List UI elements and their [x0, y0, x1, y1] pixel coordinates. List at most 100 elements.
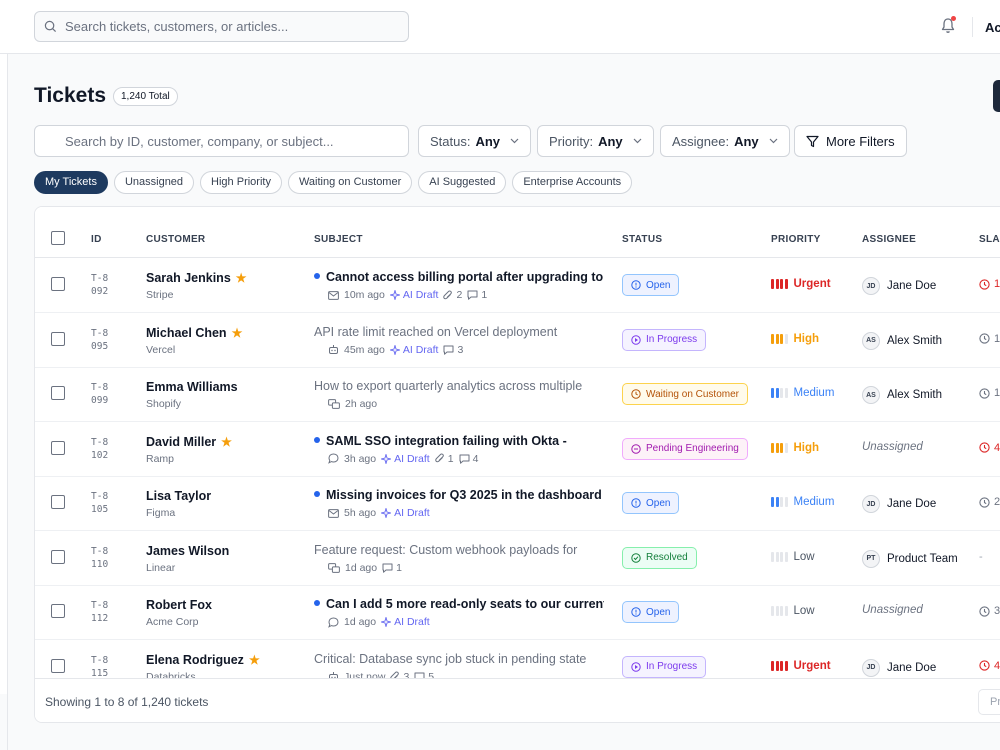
status-badge[interactable]: Waiting on Customer	[622, 383, 748, 405]
table-row[interactable]: T-8 110 James Wilson Linear Feature request…	[35, 531, 1000, 586]
customer-name[interactable]: Elena Rodriguez ★	[146, 653, 260, 667]
status-badge[interactable]: Pending Engineering	[622, 437, 748, 460]
priority-filter-value: Any	[598, 133, 623, 149]
new-ticket-button[interactable]	[993, 80, 1000, 112]
priority-filter-dropdown[interactable]: Priority: Any	[537, 125, 654, 157]
customer-name[interactable]: Emma Williams	[146, 380, 238, 394]
status-badge[interactable]: Open	[622, 492, 680, 514]
ticket-subject[interactable]: Can I add 5 more read-only seats to our …	[314, 597, 604, 611]
column-header-status[interactable]: STATUS	[622, 234, 662, 245]
ticket-id[interactable]: T-8 112	[91, 599, 131, 625]
customer-name[interactable]: James Wilson	[146, 544, 229, 558]
customer-name[interactable]: Sarah Jenkins ★	[146, 271, 247, 285]
quick-filter-pill[interactable]: Waiting on Customer	[287, 171, 413, 194]
assignee[interactable]: Unassigned	[862, 604, 923, 616]
column-header-priority[interactable]: PRIORITY	[771, 234, 821, 245]
assignee[interactable]: JD Jane Doe	[862, 495, 936, 513]
ticket-id[interactable]: T-8 115	[91, 654, 131, 679]
table-row[interactable]: T-8 095 Michael Chen ★ Vercel API rate limit…	[35, 313, 1000, 368]
priority-bar	[784, 388, 788, 398]
ticket-id[interactable]: T-8 102	[91, 436, 131, 462]
quick-filter-pill[interactable]: Unassigned	[113, 171, 195, 194]
priority-indicator[interactable]: Low	[771, 605, 815, 617]
priority-indicator[interactable]: Medium	[771, 496, 834, 508]
priority-indicator[interactable]: Urgent	[771, 660, 831, 672]
customer-name[interactable]: Lisa Taylor	[146, 489, 211, 503]
quick-filter-pill[interactable]: AI Suggested	[418, 171, 507, 194]
row-checkbox[interactable]	[51, 386, 65, 400]
column-header-customer[interactable]: CUSTOMER	[146, 234, 205, 245]
assignee[interactable]: JD Jane Doe	[862, 277, 936, 295]
column-header-subject[interactable]: SUBJECT	[314, 234, 363, 245]
ticket-subject[interactable]: API rate limit reached on Vercel deploym…	[314, 325, 604, 339]
row-checkbox[interactable]	[51, 549, 65, 564]
column-header-sla[interactable]: SLA	[979, 234, 1000, 245]
ticket-id[interactable]: T-8 095	[91, 327, 131, 353]
global-search[interactable]	[34, 11, 409, 42]
status-filter-dropdown[interactable]: Status: Any	[418, 125, 532, 157]
ai-draft-link[interactable]: AI Draft	[381, 453, 430, 465]
priority-indicator[interactable]: Low	[771, 551, 815, 563]
ai-draft-link[interactable]: AI Draft	[389, 344, 438, 356]
ticket-id[interactable]: T-8 110	[91, 545, 131, 571]
table-row[interactable]: T-8 115 Elena Rodriguez ★ Databricks Critica…	[35, 640, 1000, 679]
assignee[interactable]: AS Alex Smith	[862, 386, 942, 404]
attachment-count: 2	[443, 289, 462, 301]
row-checkbox[interactable]	[51, 277, 65, 291]
global-search-input[interactable]	[65, 19, 395, 34]
ticket-subject[interactable]: Feature request: Custom webhook payloads…	[314, 543, 604, 557]
ticket-subject[interactable]: Cannot access billing portal after upgra…	[314, 270, 604, 284]
table-row[interactable]: T-8 105 Lisa Taylor Figma Missing invoices …	[35, 476, 1000, 531]
ticket-id[interactable]: T-8 105	[91, 490, 131, 516]
ai-draft-link[interactable]: AI Draft	[381, 507, 430, 519]
comment-icon	[467, 290, 478, 300]
priority-indicator[interactable]: Urgent	[771, 278, 831, 290]
row-checkbox[interactable]	[51, 495, 65, 509]
assignee[interactable]: Unassigned	[862, 441, 923, 453]
assignee[interactable]: PT Product Team	[862, 549, 958, 568]
ticket-search-input[interactable]	[34, 125, 409, 157]
customer-name[interactable]: Michael Chen ★	[146, 326, 242, 340]
notification-bell-icon[interactable]	[940, 16, 956, 34]
ai-draft-label: AI Draft	[394, 507, 430, 519]
status-badge[interactable]: Resolved	[622, 546, 697, 569]
status-badge[interactable]: In Progress	[622, 328, 707, 351]
status-badge[interactable]: Open	[622, 601, 680, 623]
customer-name[interactable]: David Miller ★	[146, 435, 232, 449]
row-checkbox[interactable]	[51, 604, 65, 618]
assignee-filter-dropdown[interactable]: Assignee: Any	[660, 125, 790, 157]
previous-page-button[interactable]: Pr	[978, 689, 1000, 715]
more-filters-button[interactable]: More Filters	[794, 125, 907, 157]
row-checkbox[interactable]	[51, 658, 65, 673]
status-badge[interactable]: In Progress	[622, 655, 707, 678]
status-badge[interactable]: Open	[622, 274, 680, 296]
row-checkbox[interactable]	[51, 331, 65, 346]
select-all-checkbox[interactable]	[51, 231, 65, 245]
quick-filter-pill[interactable]: My Tickets	[34, 171, 108, 194]
account-menu[interactable]: Ac	[985, 20, 1000, 35]
assignee[interactable]: AS Alex Smith	[862, 331, 942, 350]
ai-draft-link[interactable]: AI Draft	[381, 616, 430, 628]
table-row[interactable]: T-8 112 Robert Fox Acme Corp Can I add 5 mo…	[35, 585, 1000, 640]
priority-indicator[interactable]: Medium	[771, 387, 834, 399]
ticket-subject[interactable]: Missing invoices for Q3 2025 in the dash…	[314, 488, 604, 502]
table-row[interactable]: T-8 102 David Miller ★ Ramp SAML SSO integra…	[35, 422, 1000, 477]
priority-indicator[interactable]: High	[771, 333, 819, 345]
assignee[interactable]: JD Jane Doe	[862, 658, 936, 677]
column-header-id[interactable]: ID	[91, 234, 102, 245]
priority-indicator[interactable]: High	[771, 442, 819, 454]
ticket-id[interactable]: T-8 099	[91, 381, 131, 407]
ticket-subject[interactable]: Critical: Database sync job stuck in pen…	[314, 652, 604, 666]
customer-name[interactable]: Robert Fox	[146, 598, 212, 612]
column-header-assignee[interactable]: ASSIGNEE	[862, 234, 916, 245]
clock-icon	[979, 387, 990, 399]
table-row[interactable]: T-8 099 Emma Williams Shopify How to export…	[35, 367, 1000, 422]
table-row[interactable]: T-8 092 Sarah Jenkins ★ Stripe Cannot access…	[35, 258, 1000, 313]
quick-filter-pill[interactable]: Enterprise Accounts	[512, 171, 633, 194]
ai-draft-link[interactable]: AI Draft	[389, 289, 438, 301]
row-checkbox[interactable]	[51, 440, 65, 455]
ticket-subject[interactable]: SAML SSO integration failing with Okta -	[314, 434, 604, 448]
quick-filter-pill[interactable]: High Priority	[200, 171, 282, 194]
ticket-subject[interactable]: How to export quarterly analytics across…	[314, 379, 604, 393]
ticket-id[interactable]: T-8 092	[91, 272, 131, 298]
